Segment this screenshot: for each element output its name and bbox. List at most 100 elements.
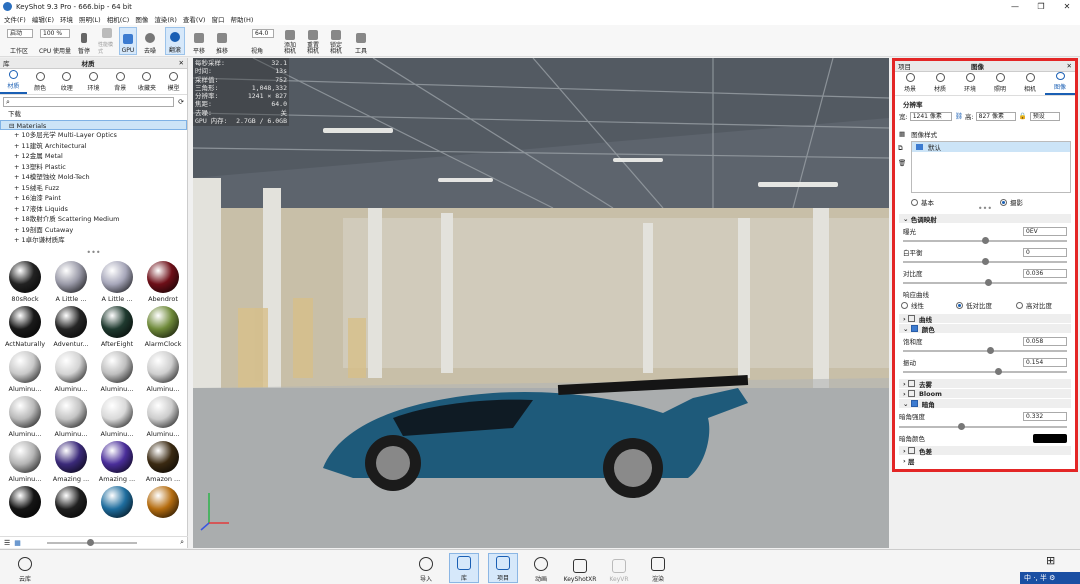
exposure-input[interactable]: 0EV <box>1023 226 1067 236</box>
list-view-icon[interactable]: ☰ <box>4 539 10 547</box>
performance-mode-button[interactable]: 性能模式 <box>98 27 116 55</box>
slider-knob[interactable] <box>982 258 989 265</box>
tree-item[interactable]: + 15绒毛 Fuzz <box>0 183 187 194</box>
tree-item[interactable]: + 13塑料 Plastic <box>0 162 187 173</box>
lock-icon[interactable]: 🔒 <box>1019 112 1027 120</box>
menu-render[interactable]: 渲染(R) <box>154 14 177 24</box>
animation-button[interactable]: 动画 <box>526 553 556 583</box>
dehaze-section[interactable]: › 去雾 <box>899 379 1071 389</box>
minimize-button[interactable]: — <box>1002 2 1028 11</box>
material-thumbnail[interactable] <box>141 486 185 520</box>
keyvr-button[interactable]: KeyVR <box>604 553 634 583</box>
tree-item[interactable]: + 1卓尔谦材质库 <box>0 235 187 246</box>
image-style-default[interactable]: 默认 <box>912 142 1070 152</box>
duplicate-icon[interactable]: ⧉ <box>898 144 903 153</box>
menu-camera[interactable]: 相机(C) <box>107 14 130 24</box>
color-section[interactable]: ⌄ 颜色 <box>899 324 1071 334</box>
material-thumbnail[interactable] <box>49 486 93 520</box>
menu-window[interactable]: 窗口 <box>211 14 224 24</box>
slider-knob[interactable] <box>986 347 994 354</box>
material-thumbnail[interactable]: Aluminu... <box>141 396 185 438</box>
dolly-button[interactable]: 推移 <box>212 27 232 55</box>
material-thumbnail[interactable]: AfterEight <box>95 306 139 348</box>
dehaze-checkbox[interactable] <box>907 380 915 387</box>
bloom-checkbox[interactable] <box>907 390 915 397</box>
curve-high-radio[interactable] <box>1016 301 1023 309</box>
height-input[interactable]: 827 像素 <box>975 111 1016 121</box>
fov-button[interactable]: 视角 <box>244 27 270 55</box>
width-input[interactable]: 1241 像素 <box>909 111 952 121</box>
tree-item[interactable]: + 17液体 Liquids <box>0 204 187 215</box>
tab-scene[interactable]: 场景 <box>895 72 925 95</box>
keyshotxr-button[interactable]: KeyShotXR <box>563 553 597 583</box>
material-thumbnail[interactable]: 80sRock <box>3 261 47 303</box>
reset-camera-button[interactable]: 重置相机 <box>303 27 323 55</box>
pan-button[interactable]: 平移 <box>189 27 209 55</box>
library-button[interactable]: 库 <box>449 553 479 583</box>
vignette-section[interactable]: ⌄ 暗角 <box>899 399 1071 409</box>
panel-close-icon[interactable]: ✕ <box>1067 62 1072 70</box>
link-icon[interactable]: ⛓ <box>955 112 963 120</box>
vignette-checkbox[interactable] <box>910 400 918 407</box>
curves-section[interactable]: › 曲线 <box>899 314 1071 324</box>
tab-image[interactable]: 图像 <box>1045 72 1075 95</box>
tab-models[interactable]: 模型 <box>160 69 187 94</box>
menu-lighting[interactable]: 照明(L) <box>79 14 101 24</box>
material-thumbnail[interactable] <box>95 486 139 520</box>
lock-camera-button[interactable]: 锁定相机 <box>326 27 346 55</box>
close-button[interactable]: ✕ <box>1054 2 1080 11</box>
material-thumbnail[interactable] <box>3 486 47 520</box>
maximize-button[interactable]: ❐ <box>1028 2 1054 11</box>
material-thumbnail[interactable]: Amazing ... <box>95 441 139 483</box>
contrast-input[interactable]: 0.036 <box>1023 268 1067 278</box>
color-checkbox[interactable] <box>910 325 918 332</box>
curve-low-radio[interactable] <box>956 301 963 309</box>
material-thumbnail[interactable]: Aluminu... <box>141 351 185 393</box>
material-thumbnail[interactable]: Aluminu... <box>49 351 93 393</box>
tab-backgrounds[interactable]: 背景 <box>107 69 134 94</box>
import-button[interactable]: 导入 <box>411 553 441 583</box>
vignette-color-swatch[interactable] <box>1033 433 1067 443</box>
material-thumbnail[interactable]: Aluminu... <box>3 396 47 438</box>
tree-item[interactable]: + 12金属 Metal <box>0 151 187 162</box>
vibrance-slider[interactable] <box>903 368 1067 375</box>
menu-help[interactable]: 帮助(H) <box>230 14 253 24</box>
project-button[interactable]: 项目 <box>488 553 518 583</box>
render-viewport[interactable]: 每秒采样: 32.1 时间: 13s 采样值: 752 三角形: 1,048,332 分辨率: 1… <box>193 58 889 548</box>
chromatic-section[interactable]: › 色差 <box>899 446 1071 456</box>
material-thumbnail[interactable]: Amazon ... <box>141 441 185 483</box>
material-thumbnail[interactable]: Aluminu... <box>3 441 47 483</box>
tab-material[interactable]: 材质 <box>925 72 955 95</box>
saturation-input[interactable]: 0.058 <box>1023 336 1067 346</box>
zoom-icon[interactable]: ⌕ <box>180 538 184 547</box>
pause-button[interactable]: 暂停 <box>76 27 92 55</box>
cpu-usage-button[interactable]: CPU 使用量 <box>36 27 74 55</box>
tab-colors[interactable]: 颜色 <box>27 69 54 94</box>
saturation-slider[interactable] <box>903 347 1067 354</box>
material-thumbnail[interactable]: Aluminu... <box>3 351 47 393</box>
tab-favorites[interactable]: 收藏夹 <box>134 69 161 94</box>
tree-item[interactable]: + 16油漆 Paint <box>0 193 187 204</box>
add-camera-button[interactable]: 添加相机 <box>280 27 300 55</box>
white-balance-slider[interactable] <box>903 258 1067 265</box>
material-thumbnail[interactable]: AlarmClock <box>141 306 185 348</box>
vignette-strength-input[interactable]: 0.332 <box>1023 411 1067 421</box>
material-thumbnail[interactable]: Adventur... <box>49 306 93 348</box>
tree-item[interactable]: + 19剖面 Cutaway <box>0 225 187 236</box>
curves-checkbox[interactable] <box>907 315 915 322</box>
mode-photo-radio[interactable] <box>1000 198 1007 206</box>
material-thumbnail[interactable]: ActNaturally <box>3 306 47 348</box>
tab-environment[interactable]: 环境 <box>955 72 985 95</box>
layer-section[interactable]: › 层 <box>899 456 1071 466</box>
refresh-icon[interactable]: ⟳ <box>178 98 184 106</box>
slider-knob[interactable] <box>958 423 966 430</box>
material-thumbnail[interactable]: Aluminu... <box>95 351 139 393</box>
tree-item[interactable]: + 11建筑 Architectural <box>0 141 187 152</box>
denoise-button[interactable]: 去噪 <box>141 27 159 55</box>
thumbnail-size-slider[interactable] <box>46 538 137 546</box>
preset-select[interactable]: 预设 <box>1029 111 1060 121</box>
tonemap-section[interactable]: ⌄ 色调映射 <box>899 214 1071 224</box>
ime-indicator[interactable]: 中 ·, 半 ⚙ <box>1020 572 1080 584</box>
trash-icon[interactable]: 🗑 <box>898 159 906 167</box>
tree-item[interactable]: + 10多层光学 Multi-Layer Optics <box>0 130 187 141</box>
